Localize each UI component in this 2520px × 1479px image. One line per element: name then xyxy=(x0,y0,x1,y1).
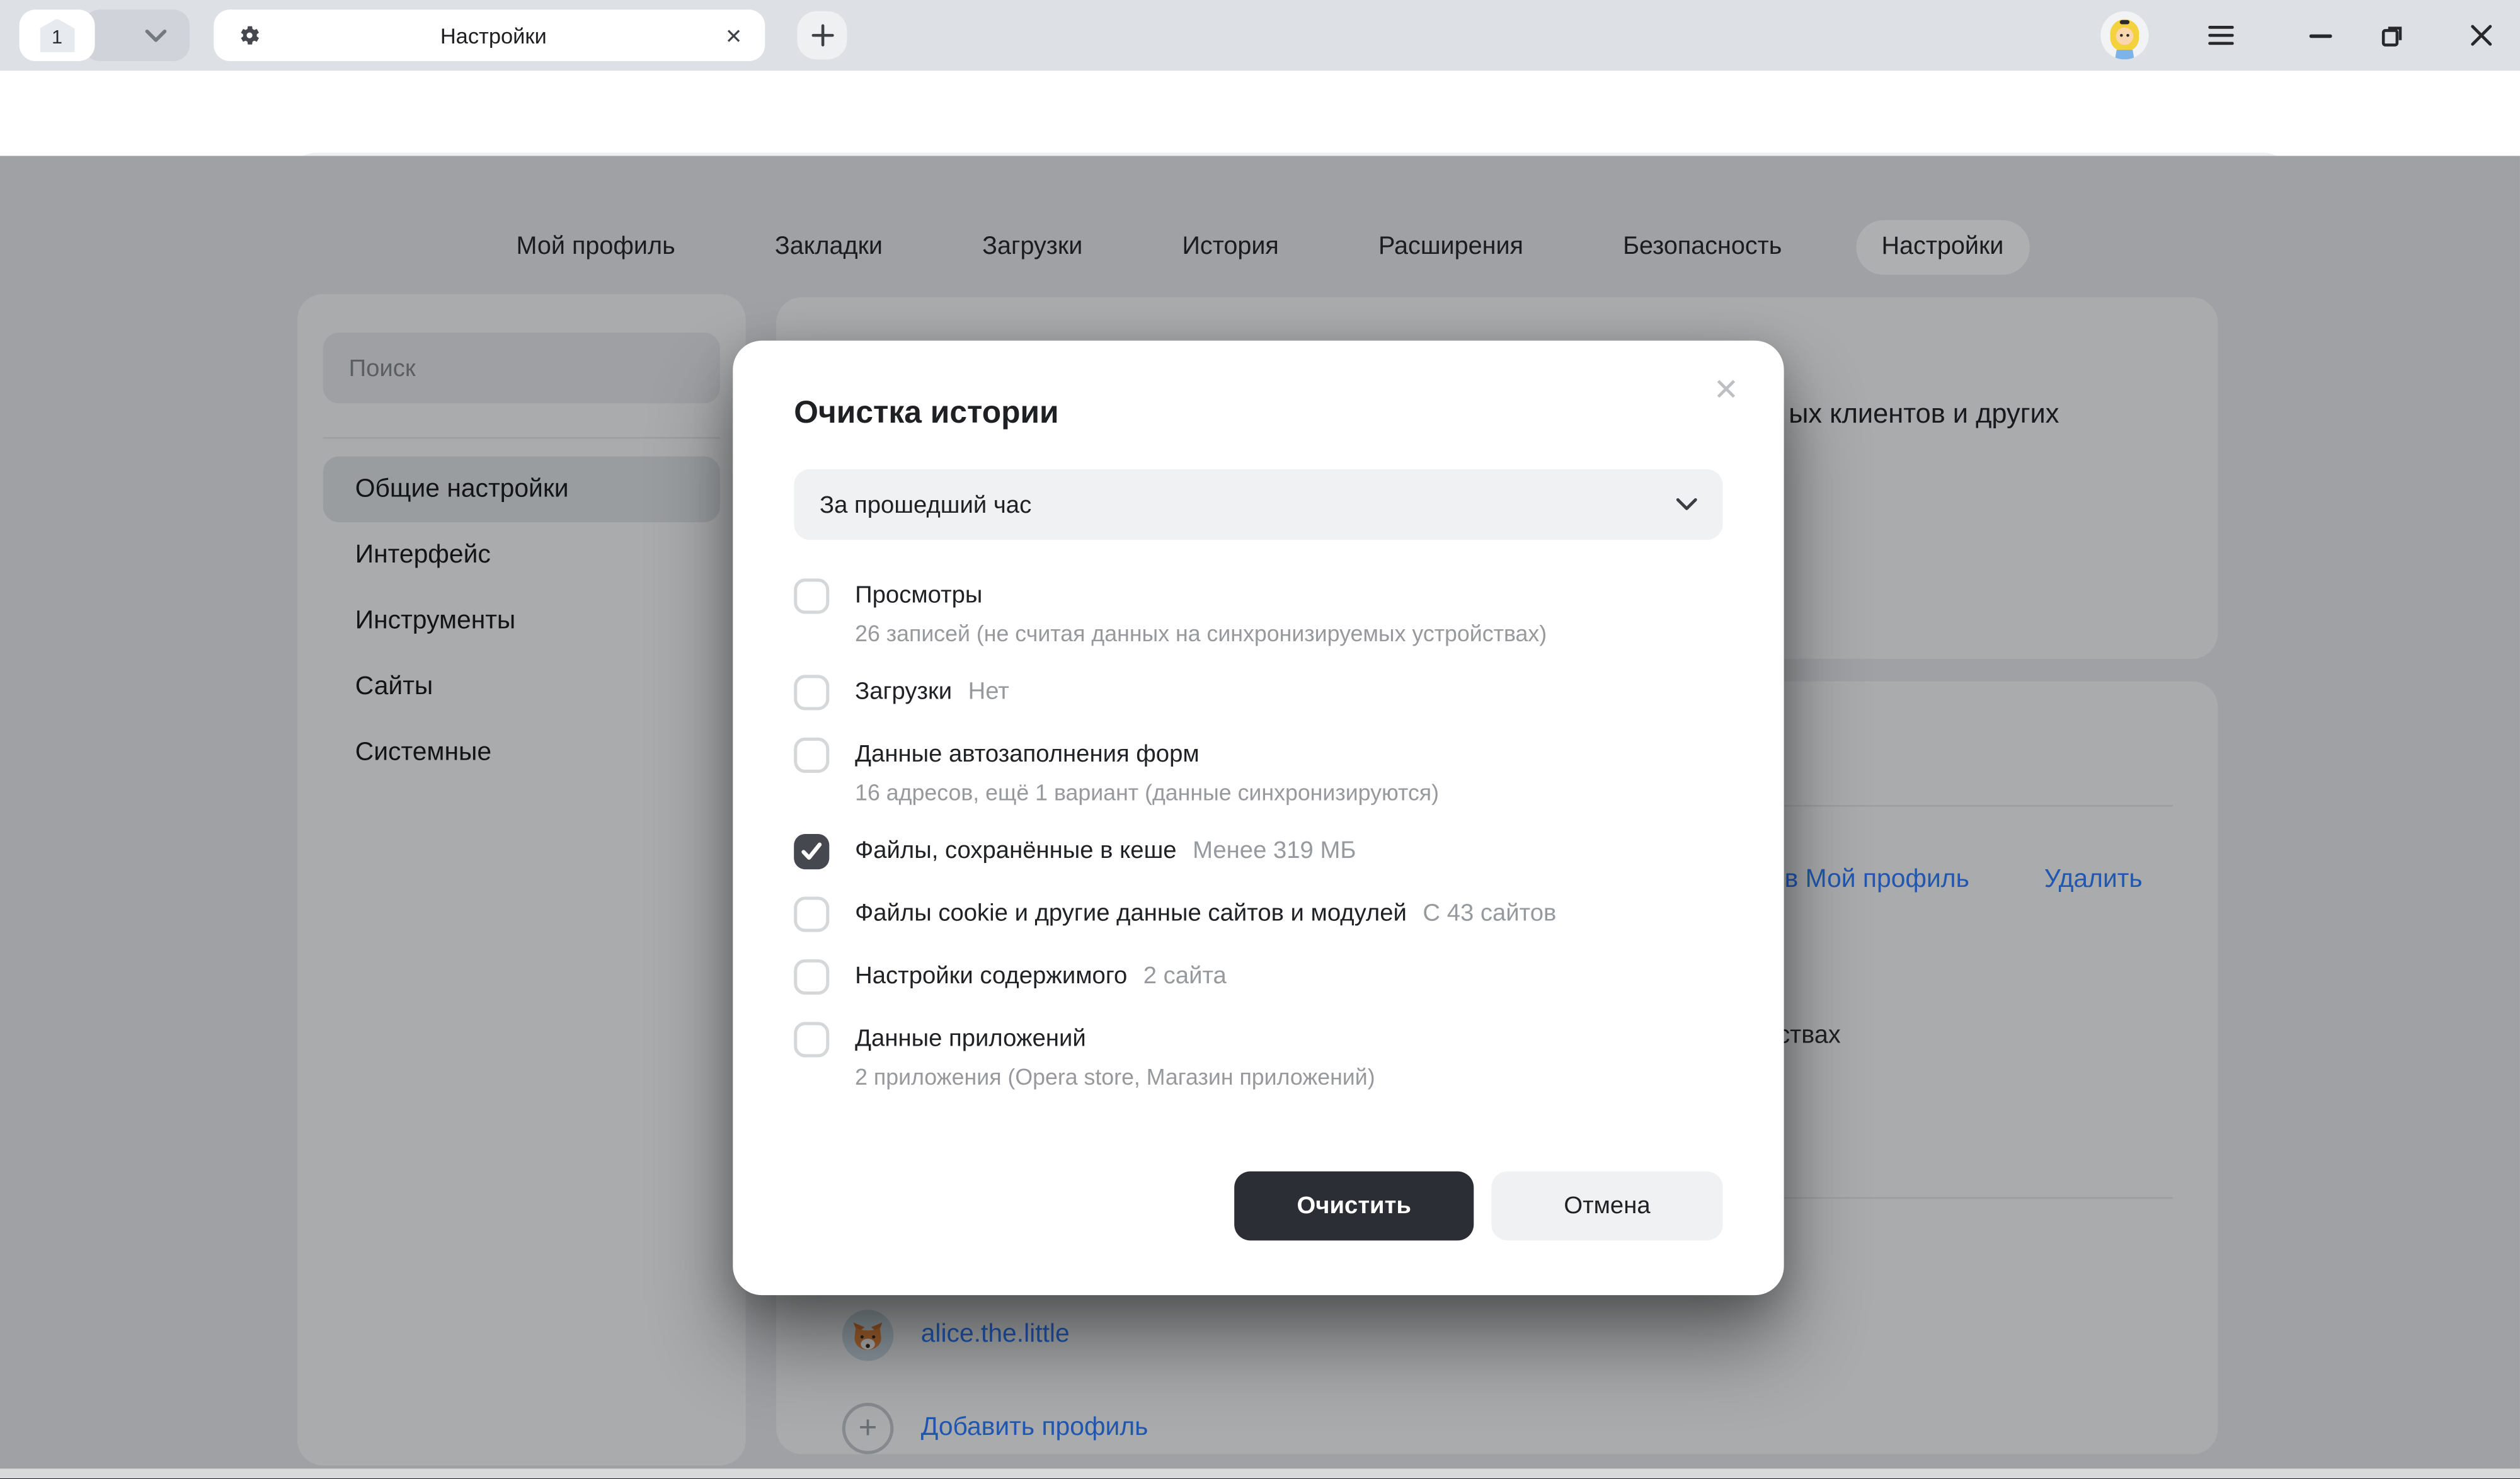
dialog-close-icon[interactable]: ✕ xyxy=(1707,370,1745,413)
tab-counter-button[interactable]: 1 xyxy=(20,9,95,61)
item-label: Загрузки xyxy=(855,678,952,705)
tab-list-button[interactable] xyxy=(84,9,190,61)
item-texts: Просмотры 26 записей (не считая данных на… xyxy=(855,578,1547,648)
clear-button[interactable]: Очистить xyxy=(1234,1172,1474,1241)
alice-avatar-image xyxy=(2100,11,2149,60)
close-icon xyxy=(2470,24,2493,47)
checkbox[interactable] xyxy=(794,1022,829,1057)
item-texts: Данные автозаполнения форм 16 адресов, ещ… xyxy=(855,738,1439,807)
cancel-button[interactable]: Отмена xyxy=(1491,1172,1722,1241)
checkbox-checked[interactable] xyxy=(794,834,829,869)
period-value: За прошедший час xyxy=(820,491,1031,518)
toolbar: Я Y settings Настройки xyxy=(0,71,2520,156)
dialog-actions: Очистить Отмена xyxy=(1234,1172,1723,1241)
item-texts: Данные приложений 2 приложения (Opera sto… xyxy=(855,1022,1375,1091)
history-items-list: Просмотры 26 записей (не считая данных на… xyxy=(794,578,1722,1091)
browser-window: 1 Настройки ✕ xyxy=(0,0,2520,1479)
history-item-5: Настройки содержимого 2 сайта xyxy=(794,959,1722,995)
close-window-button[interactable] xyxy=(2459,13,2504,57)
tab-count: 1 xyxy=(52,26,62,49)
item-texts: Файлы cookie и другие данные сайтов и мо… xyxy=(855,896,1556,932)
item-label: Файлы, сохранённые в кеше xyxy=(855,837,1176,864)
item-texts: Настройки содержимого 2 сайта xyxy=(855,959,1227,995)
period-select[interactable]: За прошедший час xyxy=(794,469,1722,540)
item-subtext: 2 приложения (Opera store, Магазин прило… xyxy=(855,1064,1375,1091)
item-texts: Файлы, сохранённые в кеше Менее 319 МБ xyxy=(855,834,1356,869)
hamburger-menu-icon xyxy=(2208,26,2234,45)
minimize-icon xyxy=(2310,32,2332,38)
clear-history-dialog: ✕ Очистка истории За прошедший час Просм… xyxy=(733,341,1784,1295)
minimize-button[interactable] xyxy=(2298,13,2343,57)
history-item-1: Загрузки Нет xyxy=(794,675,1722,710)
tab-strip: 1 Настройки ✕ xyxy=(0,0,2520,71)
checkbox[interactable] xyxy=(794,675,829,710)
item-label: Данные приложений xyxy=(855,1025,1086,1053)
item-subtext: 26 записей (не считая данных на синхрони… xyxy=(855,620,1547,648)
item-texts: Загрузки Нет xyxy=(855,675,1009,710)
item-label: Просмотры xyxy=(855,581,982,608)
item-label: Настройки содержимого xyxy=(855,962,1127,990)
item-meta: С 43 сайтов xyxy=(1423,900,1556,927)
menu-button[interactable] xyxy=(2199,13,2243,57)
item-label: Данные автозаполнения форм xyxy=(855,741,1200,768)
select-chevron-icon xyxy=(1676,498,1697,511)
window-bottom-edge xyxy=(0,1470,2520,1479)
item-meta: Менее 319 МБ xyxy=(1193,837,1356,864)
checkbox[interactable] xyxy=(794,738,829,773)
browser-avatar[interactable] xyxy=(2100,11,2149,60)
history-item-2: Данные автозаполнения форм 16 адресов, ещ… xyxy=(794,738,1722,807)
tab-settings[interactable]: Настройки ✕ xyxy=(214,9,765,61)
history-item-3: Файлы, сохранённые в кеше Менее 319 МБ xyxy=(794,834,1722,869)
checkbox[interactable] xyxy=(794,959,829,995)
restore-button[interactable] xyxy=(2371,13,2415,57)
item-meta: Нет xyxy=(968,678,1009,705)
plus-icon xyxy=(811,24,833,47)
tab-close-icon[interactable]: ✕ xyxy=(725,25,743,46)
chevron-down-icon xyxy=(145,28,168,43)
new-tab-button[interactable] xyxy=(797,11,847,60)
checkbox[interactable] xyxy=(794,578,829,614)
restore-window-icon xyxy=(2380,23,2406,49)
history-item-4: Файлы cookie и другие данные сайтов и мо… xyxy=(794,896,1722,932)
history-item-6: Данные приложений 2 приложения (Opera sto… xyxy=(794,1022,1722,1091)
item-subtext: 16 адресов, ещё 1 вариант (данные синхро… xyxy=(855,779,1439,806)
tab-title: Настройки xyxy=(262,23,725,47)
gear-icon xyxy=(236,23,262,49)
item-meta: 2 сайта xyxy=(1143,962,1227,990)
dialog-title: Очистка истории xyxy=(794,396,1722,433)
checkbox[interactable] xyxy=(794,896,829,932)
item-label: Файлы cookie и другие данные сайтов и мо… xyxy=(855,900,1407,927)
history-item-0: Просмотры 26 записей (не считая данных на… xyxy=(794,578,1722,648)
tab-counter-badge: 1 xyxy=(39,18,74,52)
settings-page: Мой профильЗакладкиЗагрузкиИсторияРасшир… xyxy=(0,156,2520,1468)
